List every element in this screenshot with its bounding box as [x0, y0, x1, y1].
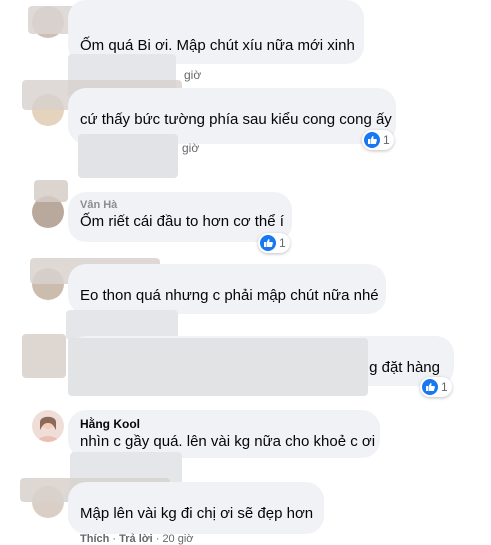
blurred-content — [68, 338, 368, 396]
thumbs-up-icon — [260, 235, 276, 251]
comment-text: Ốm quá Bi ơi. Mập chút xíu nữa mới xinh — [80, 37, 355, 54]
reaction-count[interactable]: 1 — [420, 377, 452, 397]
reaction-count[interactable]: 1 — [362, 130, 394, 150]
comment-text: nhìn c gầy quá. lên vài kg nữa cho khoẻ … — [80, 433, 376, 450]
comment-bubble: Mập lên vài kg đi chị ơi sẽ đẹp hơn — [68, 482, 324, 534]
avatar[interactable] — [32, 410, 64, 442]
comment-text: cứ thấy bức tường phía sau kiểu cong con… — [80, 111, 392, 128]
comment-text: Ốm riết cái đầu to hơn cơ thể í — [80, 213, 284, 230]
comment-bubble: Hằng Kool nhìn c gầy quá. lên vài kg nữa… — [68, 410, 380, 458]
comment-time[interactable]: giờ — [184, 68, 201, 82]
blurred-avatar — [34, 180, 68, 202]
comment-time[interactable]: giờ — [182, 141, 199, 155]
thumbs-up-icon — [422, 379, 438, 395]
thumbs-up-icon — [364, 132, 380, 148]
reply-link[interactable]: Trả lời — [119, 533, 153, 545]
comment-text: g đặt hàng — [369, 359, 440, 376]
reaction-count[interactable]: 1 — [258, 233, 290, 253]
comment-bubble: Vân Hà Ốm riết cái đầu to hơn cơ thể í — [68, 192, 292, 242]
blurred-meta — [78, 134, 178, 178]
comment-text: Mập lên vài kg đi chị ơi sẽ đẹp hơn — [80, 505, 314, 522]
like-link[interactable]: Thích — [80, 533, 109, 545]
comment-bubble: Eo thon quá nhưng c phải mập chút nữa nh… — [68, 264, 386, 314]
avatar[interactable] — [22, 334, 66, 378]
comment-author[interactable]: Hằng Kool — [80, 416, 368, 432]
comment-time[interactable]: 20 giờ — [162, 533, 193, 545]
comment-actions: Thích · Trả lời · 20 giờ — [80, 533, 194, 545]
comment-author[interactable]: Vân Hà — [80, 198, 280, 212]
comment-text: Eo thon quá nhưng c phải mập chút nữa nh… — [80, 287, 379, 304]
